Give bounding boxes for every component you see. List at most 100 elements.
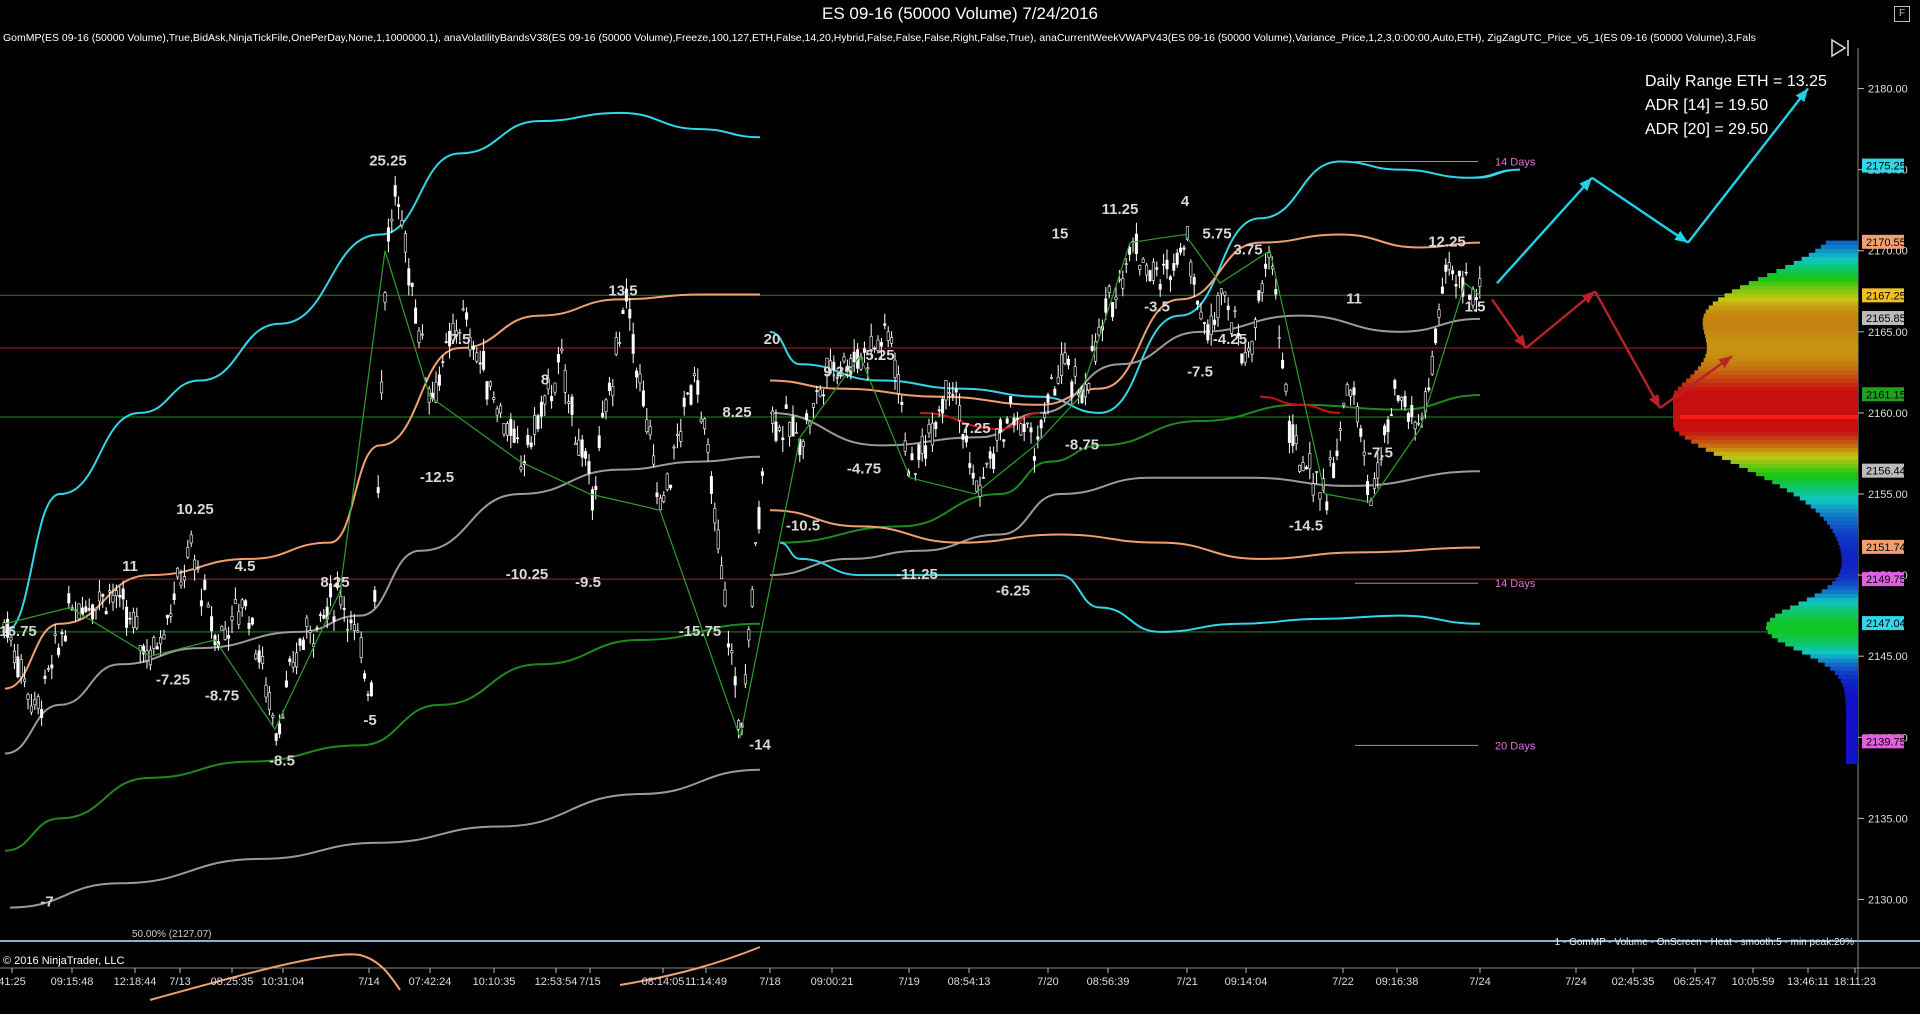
y-tick-label: 2130.00 — [1868, 894, 1908, 906]
price-candle — [1165, 259, 1169, 270]
adr20-label: ADR [20] = 29.50 — [1645, 121, 1769, 138]
price-candle — [601, 412, 605, 418]
upper-band-week1 — [4, 111, 761, 633]
price-candle — [1352, 387, 1356, 396]
price-candle — [1403, 395, 1407, 408]
x-tick-label: 7/24 — [1565, 976, 1586, 988]
swing-label: 1.5 — [1465, 298, 1486, 315]
price-candle — [1155, 267, 1159, 270]
price-candle — [570, 396, 574, 415]
x-tick-label: 7/19 — [898, 976, 919, 988]
price-candle — [519, 466, 523, 470]
price-chart[interactable]: 16.75 -7 11 10.25 -7.25 -8.75 4.5 -8.5 8.25 -5 25.… — [0, 0, 1920, 1014]
swing-label: -6.25 — [996, 582, 1030, 599]
price-candle — [186, 547, 190, 558]
profile-bar — [1820, 244, 1858, 250]
price-candle — [373, 589, 377, 602]
profile-bar — [1841, 552, 1858, 558]
swing-label: 11.25 — [1102, 201, 1139, 218]
swing-label: 5.75 — [1202, 226, 1231, 243]
price-candle — [1053, 388, 1057, 396]
price-candle — [407, 268, 411, 286]
projection-arrow-up-1 — [1496, 176, 1593, 284]
price-candle — [896, 374, 900, 394]
profile-bar — [1673, 423, 1858, 428]
price-bars — [2, 175, 1482, 746]
price-candle — [97, 591, 101, 602]
price-candle — [553, 382, 557, 393]
price-candle — [87, 608, 91, 611]
price-candle — [985, 462, 989, 465]
price-candle — [488, 381, 492, 387]
x-tick-label: 7/18 — [759, 976, 780, 988]
price-candle — [118, 594, 122, 598]
profile-bar — [1843, 686, 1858, 692]
price-candle — [254, 653, 258, 660]
price-candle — [1012, 417, 1016, 426]
profile-bar — [1673, 390, 1858, 396]
projection-arrow-down-1-head — [1514, 334, 1526, 349]
price-candle — [971, 472, 975, 479]
profile-bar — [1771, 633, 1858, 639]
price-candle — [80, 607, 84, 615]
price-candle — [1447, 262, 1451, 270]
profile-bar — [1705, 447, 1858, 452]
price-candle — [958, 405, 962, 421]
swing-label: -5 — [363, 712, 376, 729]
price-candle — [529, 442, 533, 448]
profile-bar — [1827, 520, 1858, 525]
price-candle — [1434, 328, 1438, 344]
price-label-text: 2139.75 — [1866, 736, 1906, 748]
price-candle — [679, 431, 683, 442]
price-candle — [1032, 456, 1036, 461]
price-candle — [550, 396, 554, 402]
price-candle — [36, 696, 40, 709]
price-candle — [356, 630, 360, 633]
profile-bar — [1824, 662, 1858, 667]
profile-bar — [1821, 589, 1858, 594]
x-tick-label: 07:42:24 — [409, 976, 452, 988]
profile-bar — [1766, 621, 1858, 627]
swing-label: 10.25 — [176, 501, 214, 518]
projection-arrow-down-2 — [1525, 290, 1596, 349]
price-candle — [1104, 298, 1108, 313]
price-candle — [94, 607, 98, 610]
price-candle — [910, 453, 914, 461]
swing-label: 4.5 — [235, 558, 256, 575]
price-candle — [934, 422, 938, 430]
profile-bar — [1679, 431, 1858, 436]
price-candle — [172, 593, 176, 600]
x-tick-label: 10:10:35 — [473, 976, 516, 988]
profile-bar — [1806, 597, 1858, 602]
x-tick-label: 7/15 — [579, 976, 600, 988]
price-candle — [1240, 353, 1244, 364]
price-candle — [485, 381, 489, 400]
profile-bar — [1702, 321, 1858, 327]
price-candle — [114, 590, 118, 597]
swing-label: -8.75 — [205, 688, 239, 705]
swing-label: 25.25 — [369, 153, 407, 170]
green-band-week1 — [4, 622, 761, 852]
price-candle — [1342, 402, 1346, 406]
profile-bar — [1810, 654, 1858, 659]
price-candle — [1087, 383, 1091, 391]
swing-label: 7.5 — [450, 331, 471, 348]
profile-bar — [1823, 516, 1858, 521]
x-tick-label: 09:00:21 — [811, 976, 854, 988]
price-candle — [903, 440, 907, 452]
price-candle — [244, 600, 248, 607]
price-candle — [386, 227, 390, 242]
profile-bar — [1845, 694, 1858, 700]
price-candle — [1301, 462, 1305, 472]
x-tick-label: 12:18:44 — [114, 976, 157, 988]
y-tick-label: 2180.00 — [1868, 84, 1908, 96]
profile-bar — [1834, 532, 1858, 537]
price-candle — [954, 388, 958, 393]
swing-label: -7.5 — [1187, 363, 1213, 380]
y-tick-label: 2135.00 — [1868, 813, 1908, 825]
price-candle — [1077, 392, 1081, 396]
projection-arrow-up-2-head — [1674, 230, 1688, 243]
profile-bar — [1841, 564, 1858, 570]
arrow-shape — [1831, 38, 1847, 58]
swing-label: -8.75 — [1065, 436, 1099, 453]
